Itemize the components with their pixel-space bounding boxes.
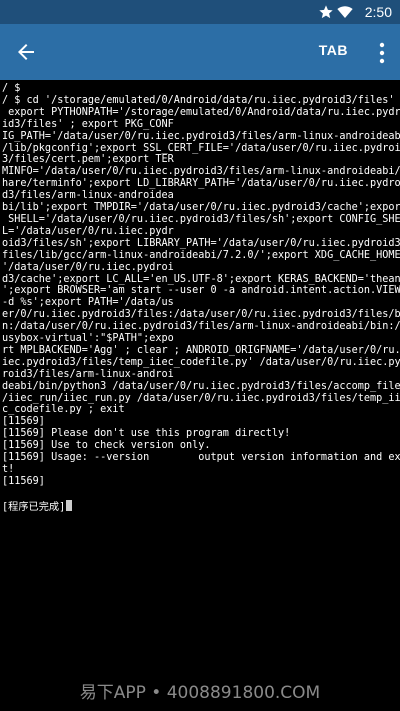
terminal-line: SHELL='/data/user/0/ru.iiec.pydroid3/fil… xyxy=(2,213,400,225)
terminal-line: roid3/files/arm-linux-androi xyxy=(2,368,174,380)
terminal-line: /lib/pkgconfig';export SSL_CERT_FILE='/d… xyxy=(2,142,400,154)
terminal-line: usybox-virtual':"$PATH";expo xyxy=(2,333,174,345)
terminal-line: oid3/files/sh';export LIBRARY_PATH='/dat… xyxy=(2,237,400,249)
terminal-line: 3/files/cert.pem';export TER xyxy=(2,154,174,166)
terminal-line: [11569] xyxy=(2,416,45,428)
tab-key-button[interactable]: TAB xyxy=(319,42,348,58)
terminal-line: iec.pydroid3/files/temp_iiec_codefile.py… xyxy=(2,356,400,368)
terminal-line: / $ xyxy=(2,83,21,94)
terminal-line: [程序已完成] xyxy=(2,499,398,514)
terminal-line: t! xyxy=(2,464,15,475)
terminal-line: export PYTHONPATH='/storage/emulated/0/A… xyxy=(2,106,400,118)
more-vert-icon[interactable] xyxy=(378,42,386,64)
terminal-line: c_codefile.py ; exit xyxy=(2,404,125,416)
terminal-line: IG_PATH='/data/user/0/ru.iiec.pydroid3/f… xyxy=(2,130,400,142)
arrow-back-icon[interactable] xyxy=(12,40,40,64)
terminal-line: rt MPLBACKEND='Agg' ; clear ; ANDROID_OR… xyxy=(2,344,400,356)
terminal-line: [11569] xyxy=(2,475,45,487)
terminal-line: /iiec_run/iiec_run.py /data/user/0/ru.ii… xyxy=(2,392,400,404)
status-time: 2:50 xyxy=(364,4,392,20)
terminal-line: bi/lib';export TMPDIR='/data/user/0/ru.i… xyxy=(2,202,400,214)
terminal-line: [11569] Usage: --version output version … xyxy=(2,452,400,464)
app-toolbar: TAB xyxy=(0,24,400,80)
terminal-line: n:/data/user/0/ru.iiec.pydroid3/files/ar… xyxy=(2,321,400,333)
status-bar: 2:50 xyxy=(0,0,400,24)
terminal-line: er/0/ru.iiec.pydroid3/files:/data/user/0… xyxy=(2,309,400,321)
terminal-line: d3/cache';export LC_ALL='en_US.UTF-8';ex… xyxy=(2,273,400,285)
terminal-line: deabi/bin/python3 /data/user/0/ru.iiec.p… xyxy=(2,380,400,392)
terminal-line: / $ cd '/storage/emulated/0/Android/data… xyxy=(2,94,400,106)
wifi-icon xyxy=(337,6,353,18)
star-icon xyxy=(319,5,333,19)
terminal-line: files/lib/gcc/arm-linux-androideabi/7.2.… xyxy=(2,249,400,261)
terminal-line: ';export BROWSER='am start --user 0 -a a… xyxy=(2,285,400,297)
terminal-output[interactable]: / $ / $ cd '/storage/emulated/0/Android/d… xyxy=(0,80,400,711)
terminal-line: [11569] Please don't use this program di… xyxy=(2,428,291,440)
terminal-line: -d %s';export PATH='/data/us xyxy=(2,297,174,309)
watermark-text: 易下APP • 4008891800.COM xyxy=(79,683,321,703)
terminal-line: hare/terminfo';export LD_LIBRARY_PATH='/… xyxy=(2,178,400,190)
terminal-line: id3/files' ; export PKG_CONF xyxy=(2,118,174,130)
terminal-cursor xyxy=(66,499,73,511)
terminal-line: '/data/user/0/ru.iiec.pydroi xyxy=(2,261,174,273)
terminal-line: L='/data/user/0/ru.iiec.pydr xyxy=(2,225,174,237)
terminal-line: [11569] Use to check version only. xyxy=(2,440,211,452)
terminal-line: d3/files/arm-linux-androidea xyxy=(2,190,174,202)
terminal-line: MINFO='/data/user/0/ru.iiec.pydroid3/fil… xyxy=(2,166,400,178)
